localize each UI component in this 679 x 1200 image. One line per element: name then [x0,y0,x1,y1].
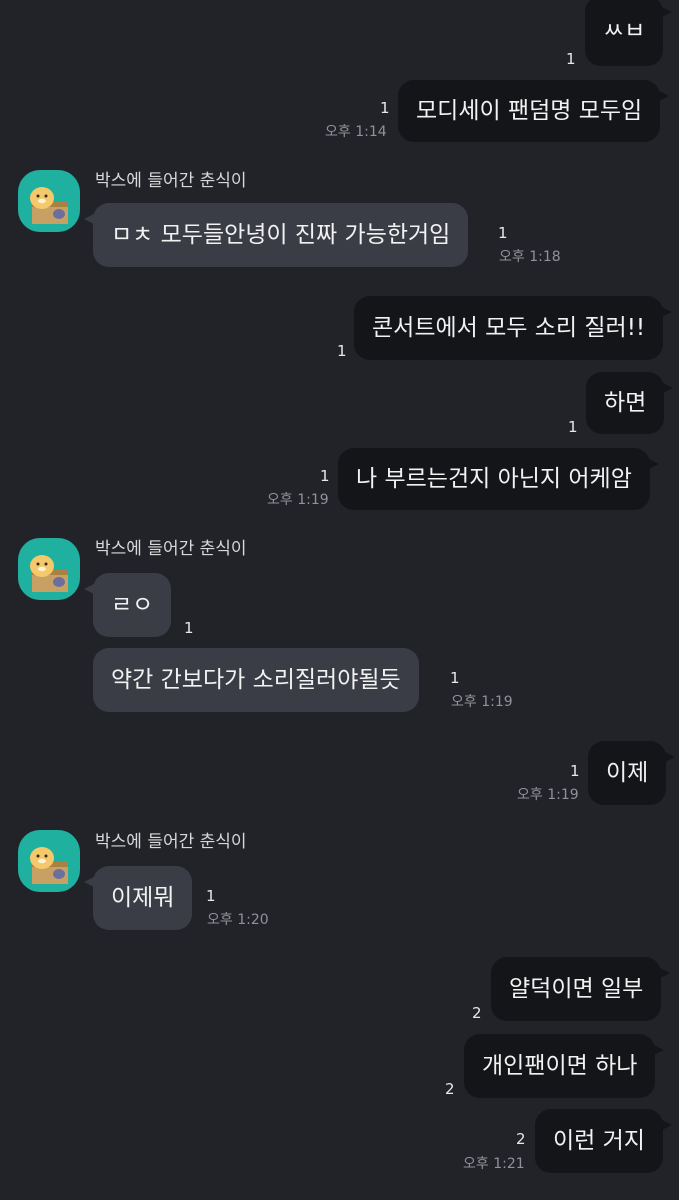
message-bubble-outgoing[interactable]: ㅆㅂ [585,0,673,66]
read-count: 1 [320,467,330,485]
message-bubble-outgoing[interactable]: 얄덕이면 일부 [491,957,671,1021]
read-count: 1 [337,342,347,360]
message-timestamp: 오후 1:19 [451,694,513,710]
message-bubble-outgoing[interactable]: 콘서트에서 모두 소리 질러!! [354,296,673,360]
sender-name: 박스에 들어간 춘식이 [95,171,247,191]
read-count: 1 [206,887,216,905]
read-count: 1 [380,99,390,117]
contact-avatar[interactable] [18,538,80,600]
message-timestamp: 오후 1:21 [463,1156,525,1172]
message-bubble-outgoing[interactable]: 나 부르는건지 아닌지 어케암 [338,448,659,510]
message-bubble-incoming[interactable]: ㅁㅊ 모두들안녕이 진짜 가능한거임 [83,203,469,267]
chunsik-character-icon [30,555,68,592]
read-count: 1 [450,669,460,687]
chunsik-character-icon [30,187,68,224]
message-timestamp: 오후 1:18 [499,249,561,265]
message-bubble-incoming[interactable]: 약간 간보다가 소리질러야될듯 [93,648,419,712]
message-bubble-incoming[interactable]: ㄹㅇ [83,573,172,637]
read-count: 2 [472,1004,482,1022]
read-count: 1 [568,418,578,436]
message-bubble-incoming[interactable]: 이제뭐 [83,866,193,930]
contact-avatar[interactable] [18,170,80,232]
message-timestamp: 오후 1:19 [517,787,579,803]
message-bubble-outgoing[interactable]: 하면 [586,372,674,434]
message-bubble-outgoing[interactable]: 이런 거지 [535,1109,672,1173]
sender-name: 박스에 들어간 춘식이 [95,539,247,559]
read-count: 1 [566,50,576,68]
message-bubble-outgoing[interactable]: 개인팬이면 하나 [464,1034,665,1098]
read-count: 1 [498,224,508,242]
sender-name: 박스에 들어간 춘식이 [95,832,247,852]
message-bubble-outgoing[interactable]: 이제 [588,741,676,805]
message-timestamp: 오후 1:14 [325,124,387,140]
message-bubble-outgoing[interactable]: 모디세이 팬덤명 모두임 [398,80,670,142]
message-timestamp: 오후 1:19 [267,492,329,508]
read-count: 2 [516,1130,526,1148]
read-count: 2 [445,1080,455,1098]
read-count: 1 [184,619,194,637]
contact-avatar[interactable] [18,830,80,892]
chunsik-character-icon [30,847,68,884]
message-timestamp: 오후 1:20 [207,912,269,928]
read-count: 1 [570,762,580,780]
